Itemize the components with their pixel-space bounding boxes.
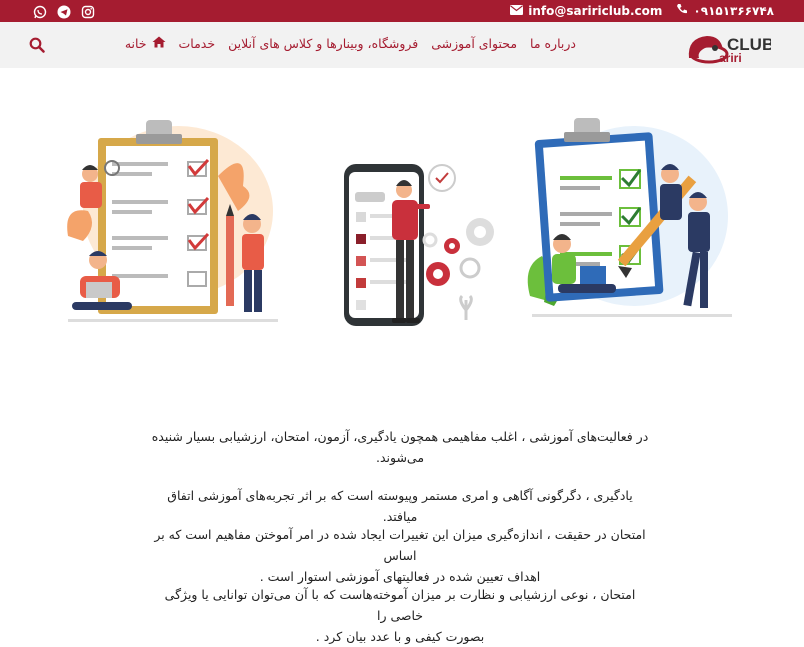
nav-about[interactable]: درباره ما <box>530 36 576 51</box>
nav-content-label: محتوای آموزشی <box>431 36 518 51</box>
home-icon <box>152 36 166 51</box>
email-link[interactable]: info@saririclub.com <box>528 4 662 18</box>
nav-services[interactable]: خدمات <box>179 36 216 51</box>
checklist-illustration <box>58 116 288 326</box>
nav-shop[interactable]: فروشگاه، وبینارها و کلاس های آنلاین <box>228 36 418 51</box>
search-icon[interactable] <box>29 37 45 53</box>
whatsapp-icon[interactable] <box>33 4 47 19</box>
logo-sub: ariri <box>719 51 742 64</box>
nav-about-label: درباره ما <box>530 36 576 51</box>
phone-quiz-illustration <box>338 160 500 328</box>
contact-info: info@saririclub.com ۰۹۱۵۱۳۶۶۷۴۸ <box>510 3 774 18</box>
paragraph-line: امتحان ، نوعی ارزشیابی و نظارت بر میزان … <box>164 587 636 623</box>
paragraph-line: در فعالیت‌های آموزشی ، اغلب مفاهیمی همچو… <box>151 429 649 444</box>
intro-paragraph-3: امتحان در حقیقت ، اندازه‌گیری میزان این … <box>150 524 650 587</box>
paragraph-line: بصورت کیفی و با عدد بیان کرد . <box>315 629 485 644</box>
intro-paragraph-1: در فعالیت‌های آموزشی ، اغلب مفاهیمی همچو… <box>150 426 650 468</box>
main-menu: خانه خدمات فروشگاه، وبینارها و کلاس های … <box>125 36 576 51</box>
telegram-icon[interactable] <box>57 4 71 19</box>
main-navbar: CLUB ariri خانه خدمات فروشگاه، وبینارها … <box>0 22 804 68</box>
email-icon <box>510 4 524 18</box>
paragraph-line: می‌شوند. <box>375 450 425 465</box>
nav-content[interactable]: محتوای آموزشی <box>431 36 517 51</box>
nav-services-label: خدمات <box>178 36 216 51</box>
instagram-icon[interactable] <box>81 4 95 19</box>
intro-paragraph-4: امتحان ، نوعی ارزشیابی و نظارت بر میزان … <box>150 584 650 647</box>
nav-home-label: خانه <box>124 36 147 51</box>
phone-link[interactable]: ۰۹۱۵۱۳۶۶۷۴۸ <box>693 4 774 18</box>
site-logo[interactable]: CLUB ariri <box>685 28 774 65</box>
intro-paragraph-2: یادگیری ، دگرگونی آگاهی و امری مستمر وپی… <box>150 485 650 527</box>
team-checklist-illustration <box>522 116 736 328</box>
nav-shop-label: فروشگاه، وبینارها و کلاس های آنلاین <box>228 36 419 51</box>
social-links <box>33 4 95 19</box>
phone-icon <box>676 3 688 18</box>
paragraph-line: امتحان در حقیقت ، اندازه‌گیری میزان این … <box>154 527 646 563</box>
paragraph-line: یادگیری ، دگرگونی آگاهی و امری مستمر وپی… <box>167 488 633 524</box>
nav-home[interactable]: خانه <box>125 36 166 51</box>
top-bar: info@saririclub.com ۰۹۱۵۱۳۶۶۷۴۸ <box>0 0 804 22</box>
